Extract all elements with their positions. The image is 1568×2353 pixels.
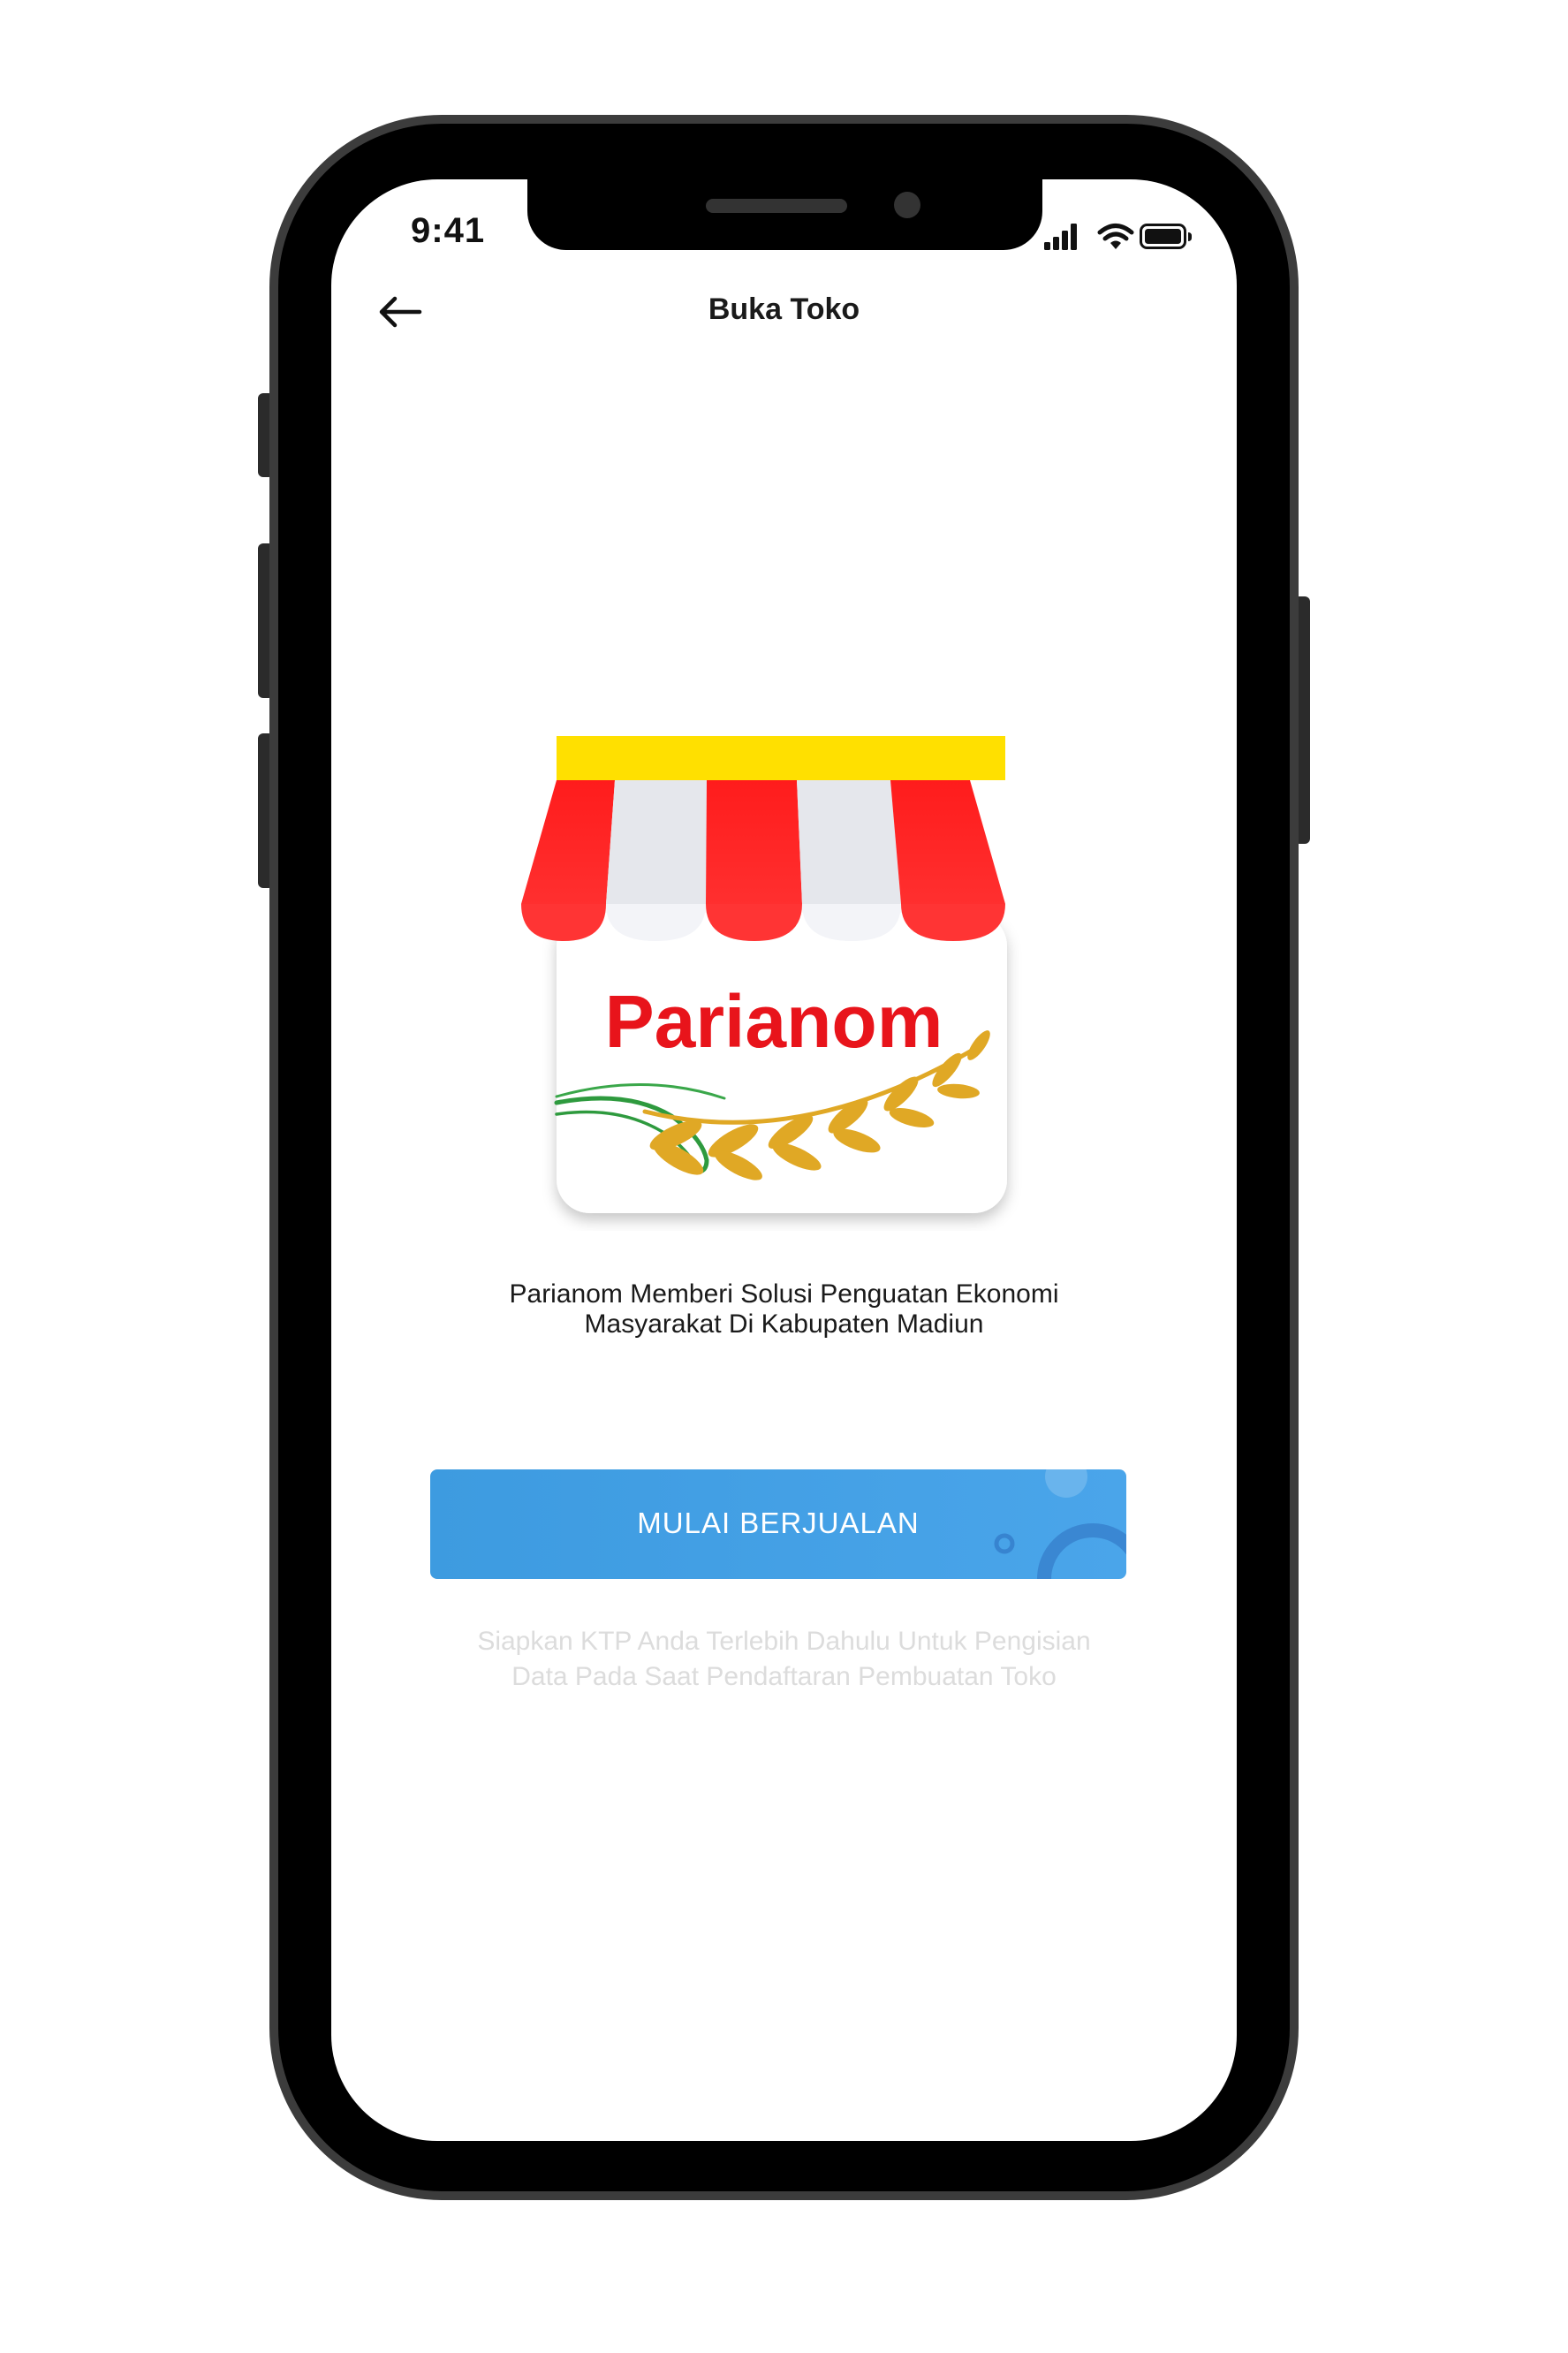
wifi-icon [1097,224,1134,249]
notch [527,179,1042,250]
hint-line-1: Siapkan KTP Anda Terlebih Dahulu Untuk P… [477,1627,1091,1656]
status-time: 9:41 [411,211,486,250]
phone-screen: 9:41 Buka Toko Parianom Parianom Memberi… [331,179,1237,2141]
start-selling-button[interactable]: MULAI BERJUALAN [430,1469,1126,1579]
hint-line-2: Data Pada Saat Pendaftaran Pembuatan Tok… [511,1662,1057,1691]
status-icons [1044,224,1192,250]
brand-text: Parianom [605,980,943,1063]
cellular-signal-icon [1044,224,1077,250]
tagline-line-1: Parianom Memberi Solusi Penguatan Ekonom… [509,1279,1059,1309]
store-body [557,913,1007,1213]
ktp-hint: Siapkan KTP Anda Terlebih Dahulu Untuk P… [428,1624,1140,1695]
battery-icon [1140,224,1192,249]
parianom-logo: Parianom [521,736,1007,1213]
tagline: Parianom Memberi Solusi Penguatan Ekonom… [420,1279,1148,1340]
speaker-grille [706,199,847,213]
tagline-line-2: Masyarakat Di Kabupaten Madiun [584,1309,984,1339]
start-selling-label: MULAI BERJUALAN [637,1507,920,1539]
page-title: Buka Toko [708,292,860,326]
awning-roof [557,736,1005,780]
front-camera [894,192,920,218]
